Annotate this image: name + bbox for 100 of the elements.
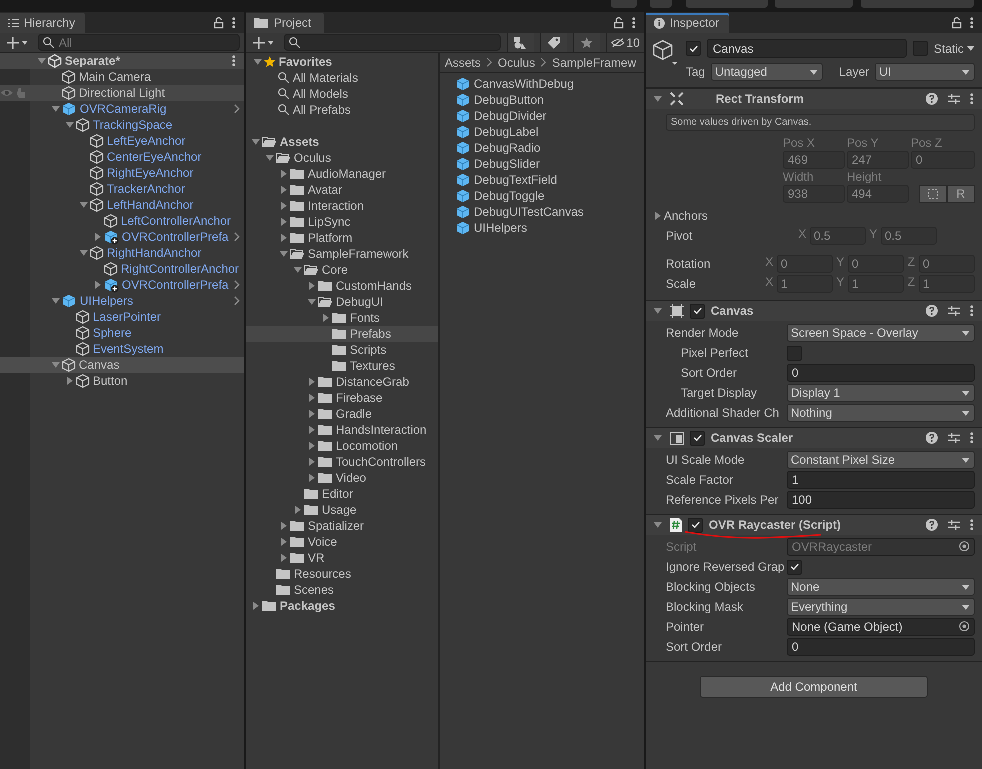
prefab-file[interactable]: DebugSlider <box>474 157 540 171</box>
presets-sliders-icon[interactable] <box>948 519 960 531</box>
favorite-search-item[interactable]: All Materials <box>293 71 358 85</box>
lock-icon[interactable] <box>614 17 624 29</box>
hierarchy-tab[interactable]: Hierarchy <box>0 13 86 33</box>
number-field[interactable]: 1 <box>787 471 975 489</box>
favorite-star-button[interactable] <box>572 33 600 52</box>
inspector-tab[interactable]: Inspector <box>646 13 730 33</box>
presets-sliders-icon[interactable] <box>948 305 960 317</box>
folder-item[interactable]: HandsInteraction <box>336 423 427 437</box>
more-options-icon[interactable] <box>970 432 974 444</box>
dropdown[interactable]: Constant Pixel Size <box>787 451 975 469</box>
component-enabled-checkbox[interactable] <box>690 304 705 318</box>
hierarchy-item[interactable]: RightControllerAnchor <box>121 262 240 276</box>
number-field[interactable]: 0 <box>787 364 975 382</box>
hierarchy-item[interactable]: Main Camera <box>79 70 152 84</box>
dropdown[interactable]: Screen Space - Overlay <box>787 324 975 342</box>
object-name-field[interactable]: Canvas <box>707 39 907 58</box>
number-field[interactable]: 100 <box>787 491 975 509</box>
static-dropdown[interactable]: Static <box>934 42 975 56</box>
add-component-button[interactable]: Add Component <box>700 676 928 698</box>
more-options-icon[interactable] <box>970 305 974 317</box>
static-checkbox[interactable] <box>912 41 928 56</box>
dropdown[interactable]: Everything <box>787 598 975 616</box>
number-field[interactable]: 1 <box>919 275 975 293</box>
prefab-file[interactable]: DebugToggle <box>474 189 545 203</box>
scene-menu-icon[interactable] <box>232 55 236 67</box>
folder-item[interactable]: Core <box>322 263 348 277</box>
panel-menu-icon[interactable] <box>970 17 974 29</box>
folder-item[interactable]: Textures <box>350 359 396 373</box>
folder-item[interactable]: VR <box>308 551 325 565</box>
object-field[interactable]: None (Game Object) <box>787 618 975 636</box>
number-field[interactable]: 0 <box>777 255 833 273</box>
project-tab[interactable]: Project <box>246 13 324 33</box>
hierarchy-item[interactable]: UIHelpers <box>80 294 134 308</box>
chevron-right-icon[interactable] <box>234 104 240 114</box>
checkbox[interactable] <box>787 346 802 360</box>
breadcrumb-link[interactable]: Oculus <box>498 56 536 70</box>
hierarchy-item[interactable]: TrackingSpace <box>93 118 173 132</box>
help-icon[interactable] <box>926 305 938 317</box>
blueprint-mode-button[interactable] <box>919 185 947 203</box>
layer-dropdown[interactable]: UI <box>875 63 975 81</box>
hierarchy-item[interactable]: LeftControllerAnchor <box>121 214 232 228</box>
number-field[interactable]: 1 <box>848 275 904 293</box>
component-enabled-checkbox[interactable] <box>690 430 705 446</box>
hierarchy-item[interactable]: OVRCameraRig <box>80 102 167 116</box>
folder-item[interactable]: Spatializer <box>308 519 364 533</box>
prefab-file[interactable]: DebugButton <box>474 93 544 107</box>
folder-item[interactable]: Fonts <box>350 311 380 325</box>
hidden-packages-toggle[interactable]: 10 <box>606 33 644 52</box>
prefab-file[interactable]: UIHelpers <box>474 221 528 235</box>
hierarchy-item[interactable]: LaserPointer <box>93 310 162 324</box>
panel-menu-icon[interactable] <box>632 17 636 29</box>
favorites-header[interactable]: Favorites <box>279 55 332 69</box>
folder-item[interactable]: Video <box>336 471 366 485</box>
hierarchy-item[interactable]: LeftEyeAnchor <box>107 134 186 148</box>
chevron-right-icon[interactable] <box>234 232 240 242</box>
help-icon[interactable] <box>926 93 938 105</box>
help-icon[interactable] <box>926 432 938 444</box>
hierarchy-item[interactable]: CenterEyeAnchor <box>107 150 202 164</box>
active-checkbox[interactable] <box>686 41 701 56</box>
panel-menu-icon[interactable] <box>232 17 236 29</box>
number-field[interactable]: 1 <box>777 275 833 293</box>
folder-item[interactable]: Avatar <box>308 183 342 197</box>
dropdown[interactable]: Display 1 <box>787 384 975 402</box>
folder-item[interactable]: Firebase <box>336 391 383 405</box>
object-picker-icon[interactable] <box>959 621 970 632</box>
favorite-search-item[interactable]: All Prefabs <box>293 103 352 117</box>
breadcrumb-link[interactable]: Assets <box>445 56 482 70</box>
lock-icon[interactable] <box>952 17 962 29</box>
prefab-file[interactable]: CanvasWithDebug <box>474 77 574 91</box>
search-field[interactable] <box>284 34 501 51</box>
folder-item[interactable]: Scenes <box>294 583 334 597</box>
number-field[interactable]: 0 <box>848 255 904 273</box>
hierarchy-item[interactable]: LeftHandAnchor <box>107 198 194 212</box>
presets-sliders-icon[interactable] <box>948 432 960 444</box>
folder-item[interactable]: Packages <box>280 599 336 613</box>
help-icon[interactable] <box>926 519 938 531</box>
hierarchy-item[interactable]: TrackerAnchor <box>107 182 186 196</box>
number-field[interactable]: 0.5 <box>881 227 937 245</box>
folder-item[interactable]: Oculus <box>294 151 332 165</box>
folder-item[interactable]: Usage <box>322 503 357 517</box>
folder-item[interactable]: Interaction <box>308 199 364 213</box>
more-options-icon[interactable] <box>970 93 974 105</box>
prefab-file[interactable]: DebugLabel <box>474 125 539 139</box>
search-field[interactable]: All <box>38 34 240 51</box>
breadcrumb-link[interactable]: SampleFramew <box>552 56 636 70</box>
filter-by-type-button[interactable] <box>506 33 534 52</box>
dropdown[interactable]: Nothing <box>787 404 975 422</box>
folder-item[interactable]: Resources <box>294 567 352 581</box>
tag-dropdown[interactable]: Untagged <box>711 63 824 81</box>
hierarchy-item[interactable]: Canvas <box>79 358 120 372</box>
folder-item[interactable]: CustomHands <box>336 279 412 293</box>
hierarchy-item[interactable]: OVRControllerPrefa <box>122 230 229 244</box>
hierarchy-item[interactable]: Sphere <box>93 326 132 340</box>
visibility-eye-icon[interactable] <box>0 88 14 98</box>
folder-item[interactable]: DebugUI <box>336 295 384 309</box>
number-field[interactable]: 0 <box>787 638 975 656</box>
folder-item[interactable]: LipSync <box>308 215 351 229</box>
hierarchy-item[interactable]: RightEyeAnchor <box>107 166 194 180</box>
